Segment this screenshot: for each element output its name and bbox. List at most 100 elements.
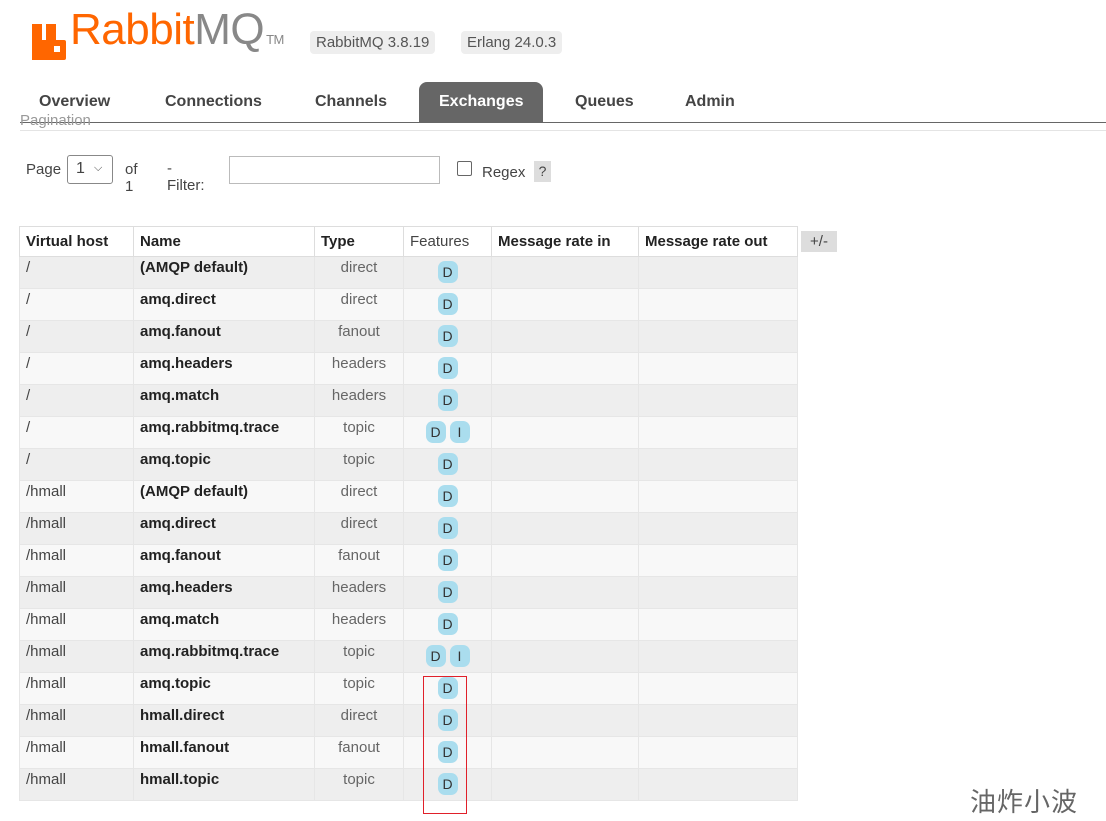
table-row[interactable]: / amq.headers headers D (19, 352, 798, 385)
column-type[interactable]: Type (314, 226, 404, 257)
rate-in-cell (491, 512, 639, 545)
exchange-name-link[interactable]: amq.fanout (133, 544, 315, 577)
table-header-row: Virtual host Name Type Features Message … (19, 226, 798, 257)
table-row[interactable]: /hmall hmall.direct direct D (19, 704, 798, 737)
regex-help-button[interactable]: ? (534, 161, 551, 182)
tab-admin[interactable]: Admin (685, 82, 735, 122)
features-cell: D (403, 352, 492, 385)
rate-in-cell (491, 288, 639, 321)
features-cell: D (403, 480, 492, 513)
rate-in-cell (491, 448, 639, 481)
rate-in-cell (491, 608, 639, 641)
type-cell: fanout (314, 736, 404, 769)
logo-trademark: TM (266, 32, 284, 47)
type-cell: topic (314, 768, 404, 801)
rate-out-cell (638, 480, 798, 513)
vhost-cell: /hmall (19, 576, 134, 609)
table-row[interactable]: /hmall hmall.fanout fanout D (19, 736, 798, 769)
exchange-name-link[interactable]: amq.match (133, 608, 315, 641)
rate-out-cell (638, 448, 798, 481)
table-row[interactable]: /hmall amq.topic topic D (19, 672, 798, 705)
table-row[interactable]: / amq.fanout fanout D (19, 320, 798, 353)
vhost-cell: /hmall (19, 608, 134, 641)
durable-badge: D (437, 261, 458, 283)
exchange-name-link[interactable]: (AMQP default) (133, 480, 315, 513)
table-row[interactable]: /hmall amq.direct direct D (19, 512, 798, 545)
tab-exchanges[interactable]: Exchanges (419, 82, 544, 122)
column-virtual-host[interactable]: Virtual host (19, 226, 134, 257)
column-message-rate-out[interactable]: Message rate out (638, 226, 798, 257)
type-cell: direct (314, 704, 404, 737)
features-cell: D (403, 544, 492, 577)
features-cell: DI (403, 640, 492, 673)
durable-badge: D (425, 645, 446, 667)
rate-out-cell (638, 416, 798, 449)
type-cell: fanout (314, 544, 404, 577)
table-row[interactable]: / amq.topic topic D (19, 448, 798, 481)
exchange-name-link[interactable]: amq.topic (133, 448, 315, 481)
rate-in-cell (491, 768, 639, 801)
tab-queues[interactable]: Queues (575, 82, 634, 122)
rate-in-cell (491, 672, 639, 705)
table-row[interactable]: /hmall hmall.topic topic D (19, 768, 798, 801)
vhost-cell: /hmall (19, 480, 134, 513)
exchange-name-link[interactable]: amq.direct (133, 512, 315, 545)
page-select[interactable]: 1 ⌵ (67, 155, 113, 184)
rate-in-cell (491, 256, 639, 289)
rate-in-cell (491, 736, 639, 769)
durable-badge: D (437, 293, 458, 315)
durable-badge: D (437, 453, 458, 475)
pagination-section-label[interactable]: Pagination (20, 112, 91, 128)
exchange-name-link[interactable]: amq.topic (133, 672, 315, 705)
exchange-name-link[interactable]: amq.rabbitmq.trace (133, 416, 315, 449)
type-cell: direct (314, 512, 404, 545)
features-cell: D (403, 256, 492, 289)
chevron-down-icon: ⌵ (94, 162, 103, 174)
column-name[interactable]: Name (133, 226, 315, 257)
table-row[interactable]: /hmall amq.match headers D (19, 608, 798, 641)
table-row[interactable]: / amq.rabbitmq.trace topic D I (19, 416, 798, 449)
vhost-cell: /hmall (19, 704, 134, 737)
exchanges-table: Virtual host Name Type Features Message … (19, 226, 798, 801)
column-toggle-button[interactable]: +/- (801, 231, 837, 252)
table-row[interactable]: / amq.direct direct D (19, 288, 798, 321)
exchange-name-link[interactable]: hmall.topic (133, 768, 315, 801)
durable-badge: D (437, 389, 458, 411)
table-row[interactable]: /hmall (AMQP default) direct D (19, 480, 798, 513)
filter-input[interactable] (229, 156, 440, 184)
vhost-cell: / (19, 384, 134, 417)
main-tabs: Overview Connections Channels Exchanges … (20, 82, 1106, 123)
exchange-name-link[interactable]: (AMQP default) (133, 256, 315, 289)
regex-checkbox[interactable] (457, 161, 472, 176)
rate-out-cell (638, 288, 798, 321)
rate-in-cell (491, 704, 639, 737)
durable-badge: D (437, 613, 458, 635)
features-cell: D (403, 448, 492, 481)
type-cell: topic (314, 448, 404, 481)
exchange-name-link[interactable]: amq.headers (133, 576, 315, 609)
exchange-name-link[interactable]: hmall.fanout (133, 736, 315, 769)
tab-channels[interactable]: Channels (315, 82, 387, 122)
tab-connections[interactable]: Connections (165, 82, 262, 122)
exchange-name-link[interactable]: amq.rabbitmq.trace (133, 640, 315, 673)
type-cell: topic (314, 640, 404, 673)
vhost-cell: /hmall (19, 672, 134, 705)
table-row[interactable]: /hmall amq.rabbitmq.trace topic D I (19, 640, 798, 673)
exchange-name-link[interactable]: amq.headers (133, 352, 315, 385)
table-row[interactable]: / amq.match headers D (19, 384, 798, 417)
table-row[interactable]: / (AMQP default) direct D (19, 256, 798, 289)
rate-out-cell (638, 384, 798, 417)
table-row[interactable]: /hmall amq.headers headers D (19, 576, 798, 609)
table-row[interactable]: /hmall amq.fanout fanout D (19, 544, 798, 577)
vhost-cell: /hmall (19, 544, 134, 577)
exchange-name-link[interactable]: amq.match (133, 384, 315, 417)
exchange-name-link[interactable]: amq.fanout (133, 320, 315, 353)
logo-text-mq: MQ (194, 5, 265, 54)
vhost-cell: / (19, 448, 134, 481)
highlight-box (423, 676, 467, 814)
column-message-rate-in[interactable]: Message rate in (491, 226, 639, 257)
type-cell: topic (314, 672, 404, 705)
features-cell: D (403, 576, 492, 609)
exchange-name-link[interactable]: hmall.direct (133, 704, 315, 737)
exchange-name-link[interactable]: amq.direct (133, 288, 315, 321)
